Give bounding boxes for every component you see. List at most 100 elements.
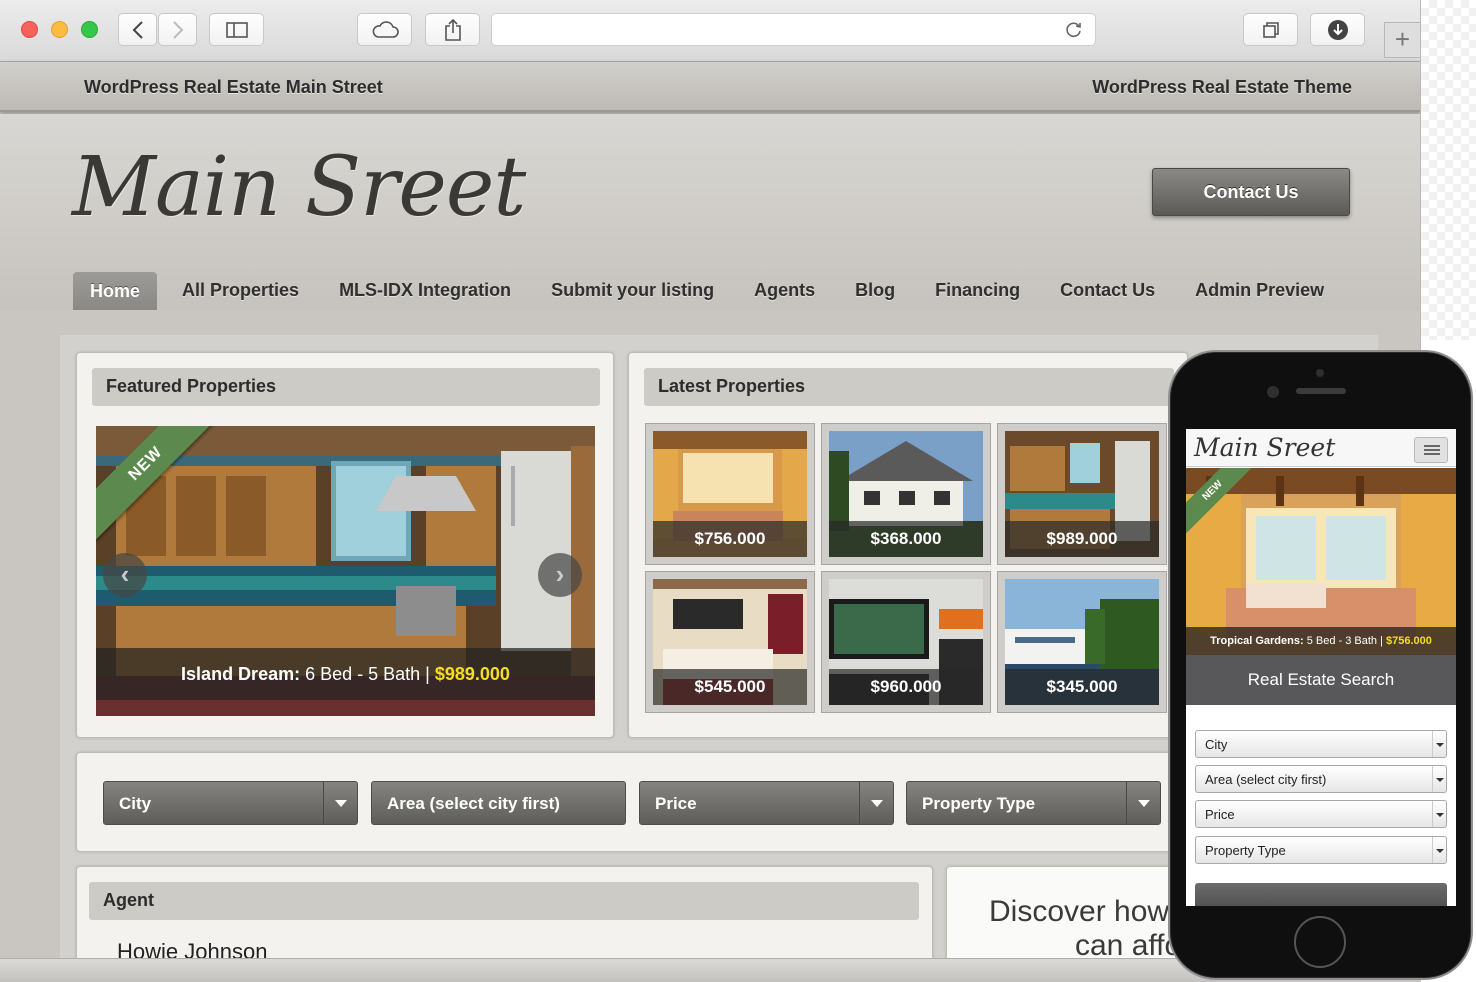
city-select-label: City [119, 794, 152, 813]
new-tab-button[interactable]: + [1384, 22, 1420, 58]
nav-item-financing[interactable]: Financing [915, 272, 1040, 310]
latest-properties-panel: Latest Properties $756.000 $368.000 $989… [628, 352, 1188, 738]
site-logo[interactable]: Main Sreet [72, 140, 526, 235]
icloud-tabs-button[interactable] [357, 13, 412, 46]
price-select-label: Price [655, 794, 697, 813]
slider-prev-button[interactable]: ‹ [103, 553, 147, 597]
nav-item-contact-us[interactable]: Contact Us [1040, 272, 1175, 310]
nav-item-agents[interactable]: Agents [734, 272, 835, 310]
site-header: Main Sreet Contact Us Home All Propertie… [0, 114, 1420, 310]
nav-item-home[interactable]: Home [73, 272, 158, 310]
chevron-right-icon: › [555, 559, 565, 589]
tabs-icon [1262, 21, 1279, 38]
address-bar[interactable] [491, 13, 1096, 46]
area-select[interactable]: Area (select city first) [371, 781, 626, 825]
minimize-window-button[interactable] [51, 21, 68, 38]
chevron-right-icon [172, 20, 183, 39]
mobile-hero-slider[interactable]: NEW Tropical Gardens: 5 Bed - 3 Bath | $… [1186, 468, 1456, 655]
reload-icon[interactable] [1065, 21, 1083, 39]
close-window-button[interactable] [21, 21, 38, 38]
property-thumb[interactable]: $345.000 [997, 571, 1167, 713]
mobile-logo[interactable]: Main Sreet [1194, 433, 1335, 462]
featured-slider[interactable]: NEW ‹ › Island Dream: 6 Bed - 5 Bath | $… [96, 426, 595, 716]
site-top-bar: WordPress Real Estate Main Street WordPr… [0, 62, 1420, 112]
price-select[interactable]: Price [639, 781, 894, 825]
tab-overview-button[interactable] [1243, 13, 1298, 46]
browser-toolbar: + [0, 0, 1420, 62]
discover-line-1: Discover how [989, 895, 1170, 928]
property-photo: $989.000 [1005, 431, 1159, 557]
property-photo: $960.000 [829, 579, 983, 705]
mobile-search-button[interactable] [1195, 883, 1447, 906]
property-thumb[interactable]: $989.000 [997, 423, 1167, 565]
hamburger-menu-icon[interactable] [1414, 437, 1448, 463]
property-search-panel: City Area (select city first) Price Prop… [76, 752, 1188, 852]
phone-screen: Main Sreet NEW Tropical Gardens: 5 Bed -… [1186, 429, 1456, 906]
property-photo: $345.000 [1005, 579, 1159, 705]
mobile-area-label: Area (select city first) [1205, 772, 1327, 787]
mobile-area-select[interactable]: Area (select city first) [1195, 765, 1447, 793]
download-icon [1327, 19, 1348, 40]
mobile-search-title: Real Estate Search [1186, 655, 1456, 705]
back-button[interactable] [118, 13, 157, 46]
downloads-button[interactable] [1310, 13, 1365, 46]
featured-properties-panel: Featured Properties NEW ‹ › Island Dream… [76, 352, 614, 738]
slider-next-button[interactable]: › [538, 553, 582, 597]
zoom-window-button[interactable] [81, 21, 98, 38]
chevron-down-icon [1432, 731, 1446, 757]
agent-heading: Agent [89, 882, 919, 920]
property-type-select[interactable]: Property Type [906, 781, 1161, 825]
nav-item-mls-idx[interactable]: MLS-IDX Integration [319, 272, 531, 310]
nav-item-blog[interactable]: Blog [835, 272, 915, 310]
featured-heading: Featured Properties [92, 368, 600, 406]
share-button[interactable] [425, 13, 480, 46]
property-photo: $545.000 [653, 579, 807, 705]
caption-title: Island Dream: [181, 664, 301, 684]
mobile-city-select[interactable]: City [1195, 730, 1447, 758]
property-price: $345.000 [1005, 669, 1159, 705]
site-tagline-left: WordPress Real Estate Main Street [84, 77, 383, 97]
property-photo: $368.000 [829, 431, 983, 557]
mobile-caption-title: Tropical Gardens: [1210, 635, 1304, 647]
phone-home-button[interactable] [1294, 916, 1346, 968]
nav-item-all-properties[interactable]: All Properties [162, 272, 319, 310]
mobile-type-select[interactable]: Property Type [1195, 836, 1447, 864]
sidebar-toggle-button[interactable] [209, 13, 264, 46]
mobile-caption-price: $756.000 [1386, 635, 1432, 647]
property-price: $989.000 [1005, 521, 1159, 557]
featured-caption[interactable]: Island Dream: 6 Bed - 5 Bath | $989.000 [96, 648, 595, 700]
sidebar-icon [225, 21, 248, 38]
latest-heading: Latest Properties [644, 368, 1174, 406]
property-thumb[interactable]: $545.000 [645, 571, 815, 713]
chevron-down-icon [1432, 801, 1446, 827]
phone-sensor [1316, 369, 1324, 377]
contact-us-button[interactable]: Contact Us [1152, 168, 1350, 216]
mobile-header: Main Sreet [1186, 429, 1456, 467]
property-thumb[interactable]: $756.000 [645, 423, 815, 565]
chevron-down-icon [1432, 766, 1446, 792]
mobile-city-label: City [1205, 737, 1228, 752]
nav-item-admin-preview[interactable]: Admin Preview [1175, 272, 1344, 310]
chevron-left-icon [132, 20, 143, 39]
caption-details: 6 Bed - 5 Bath | [300, 664, 435, 684]
property-price: $756.000 [653, 521, 807, 557]
forward-button[interactable] [158, 13, 197, 46]
property-price: $368.000 [829, 521, 983, 557]
transparent-background [1421, 0, 1476, 340]
chevron-down-icon [1432, 837, 1446, 863]
property-thumb[interactable]: $960.000 [821, 571, 991, 713]
share-icon [444, 18, 461, 41]
property-price: $545.000 [653, 669, 807, 705]
nav-item-submit-listing[interactable]: Submit your listing [531, 272, 734, 310]
discover-text: Discover how can affo [989, 895, 1181, 963]
caption-price: $989.000 [434, 664, 510, 684]
chevron-left-icon: ‹ [120, 559, 130, 589]
city-select[interactable]: City [103, 781, 358, 825]
cloud-icon [372, 20, 399, 38]
property-thumb[interactable]: $368.000 [821, 423, 991, 565]
property-photo: $756.000 [653, 431, 807, 557]
mobile-price-select[interactable]: Price [1195, 800, 1447, 828]
mobile-price-label: Price [1205, 807, 1235, 822]
phone-speaker [1296, 388, 1346, 394]
chevron-down-icon [323, 782, 357, 824]
